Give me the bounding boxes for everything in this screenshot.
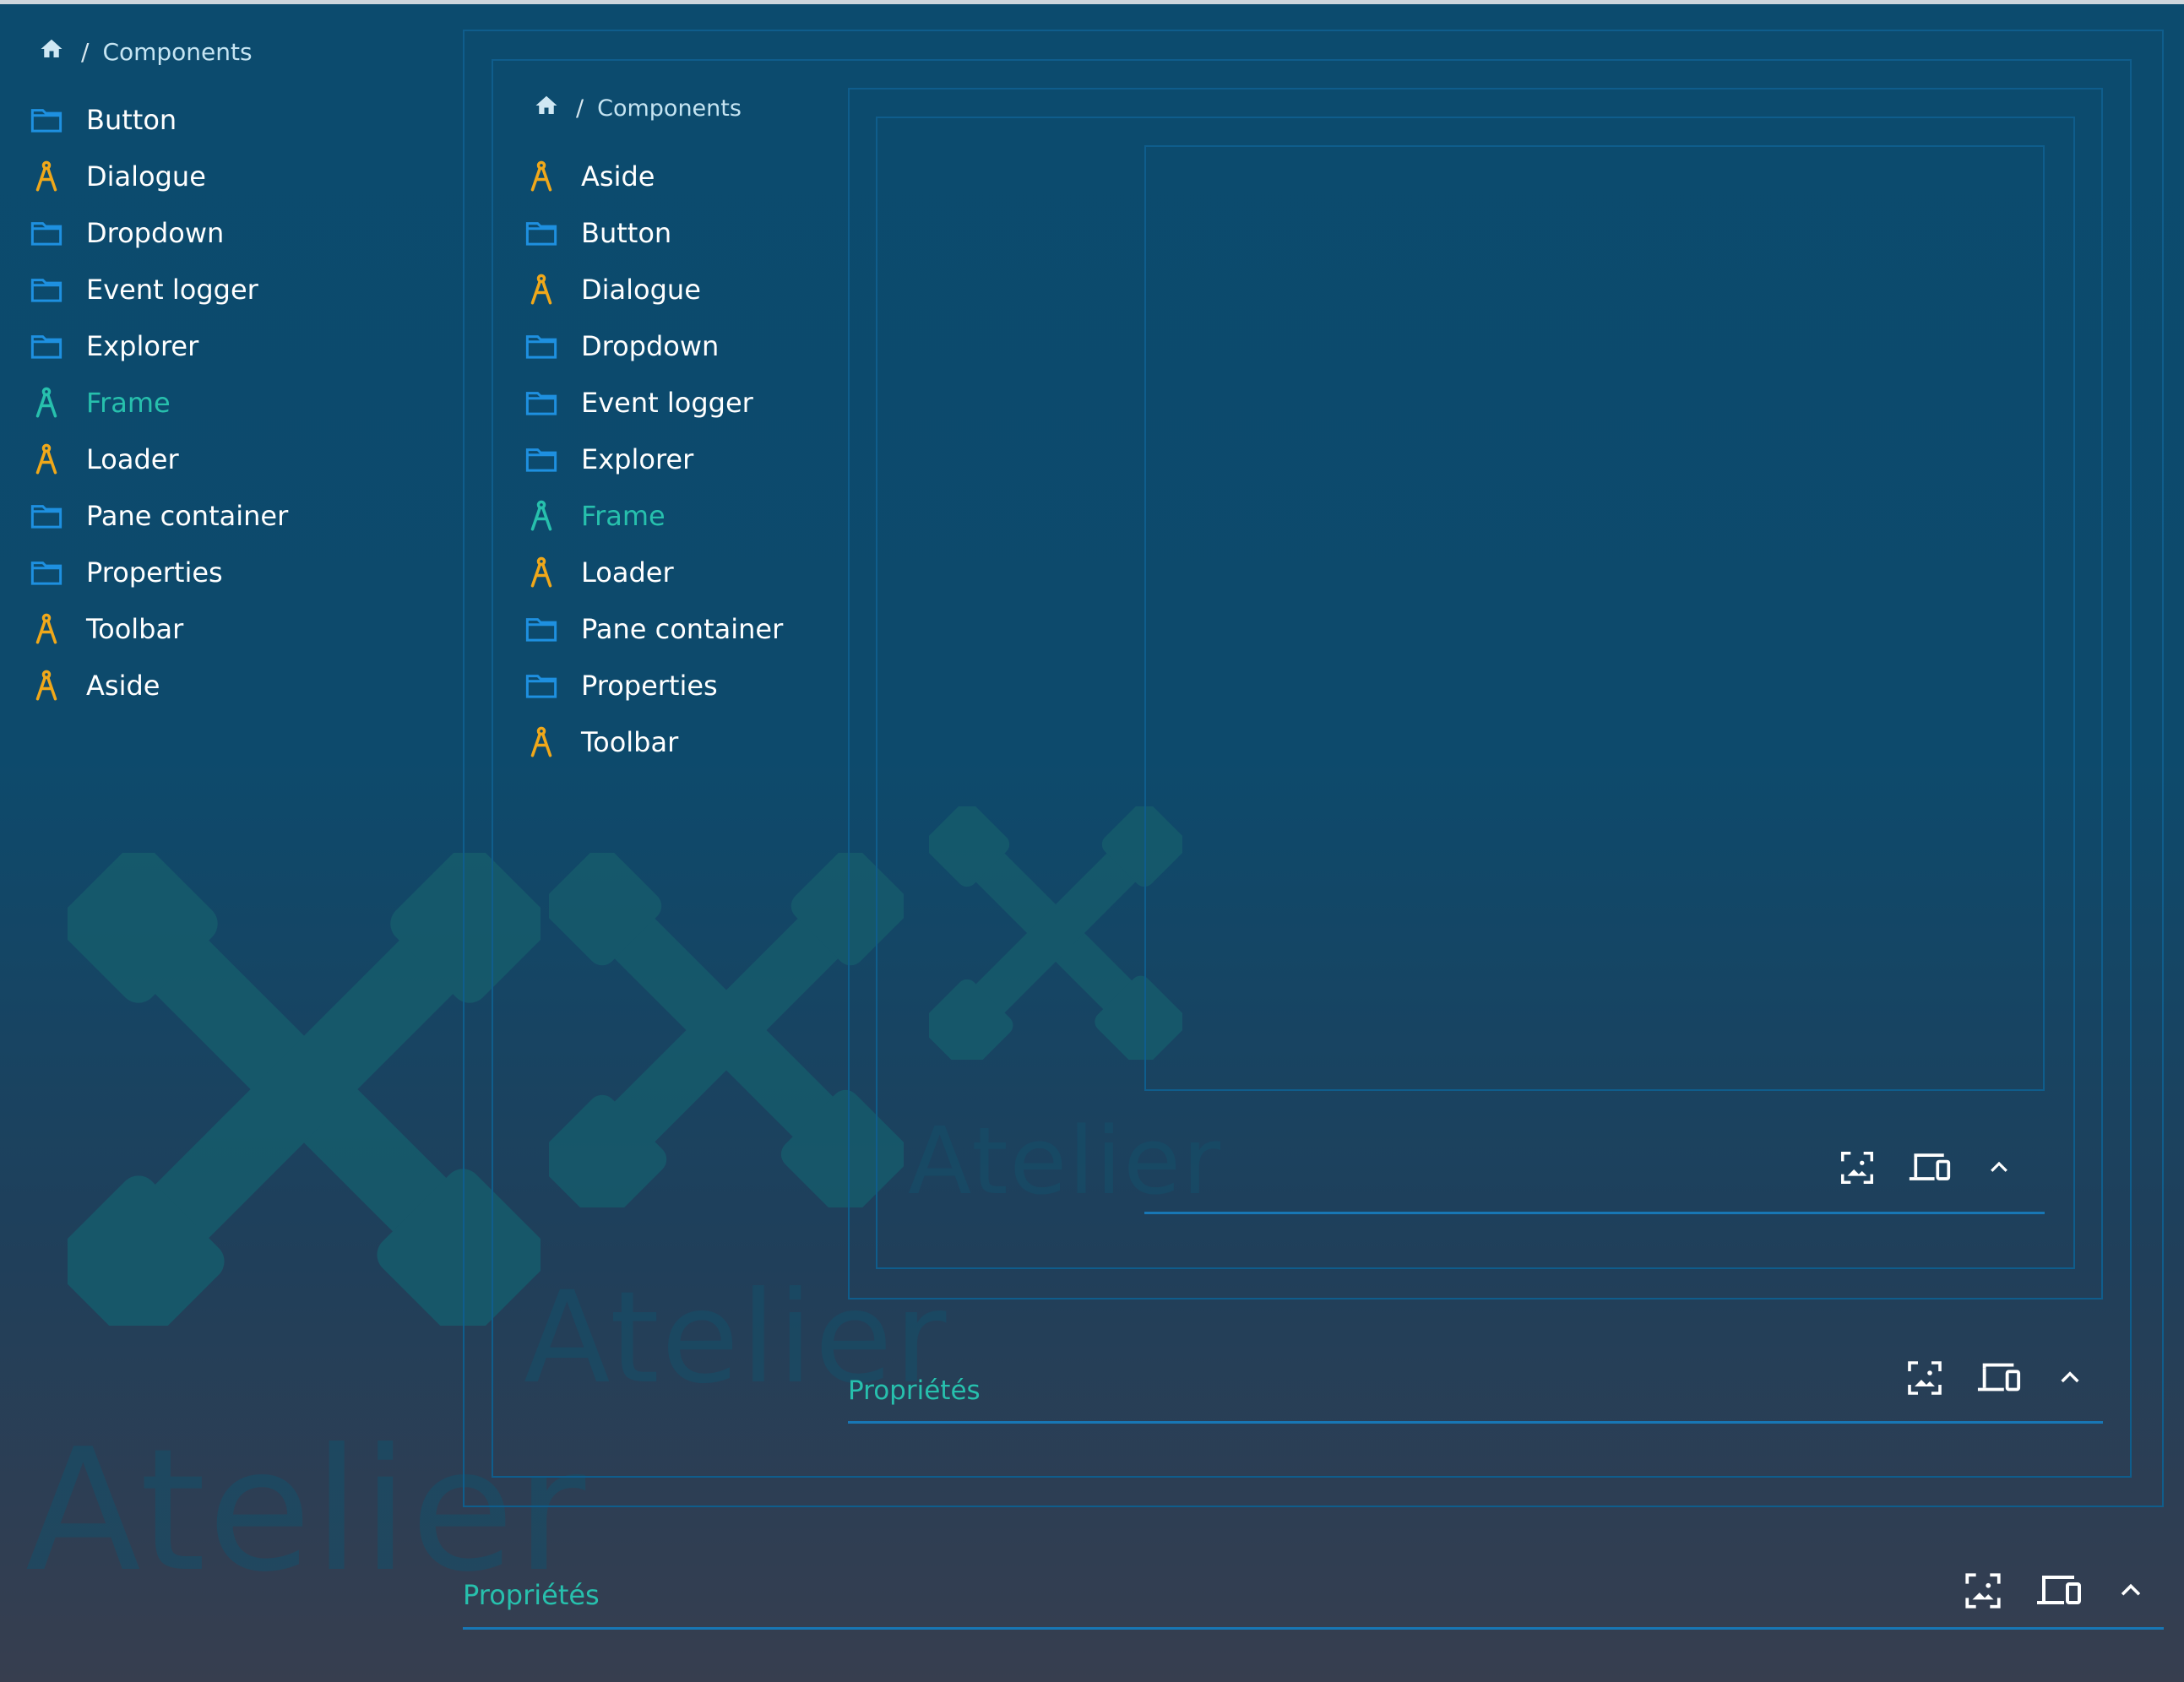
properties-bar-level3 bbox=[1144, 1123, 2045, 1214]
nav-item-label: Dropdown bbox=[581, 329, 720, 362]
breadcrumb-components[interactable]: Components bbox=[102, 38, 252, 66]
nav-item-label: Loader bbox=[581, 556, 674, 589]
home-icon[interactable] bbox=[39, 36, 64, 68]
preview-frame-level3-canvas bbox=[1144, 145, 2045, 1091]
folder-icon bbox=[524, 328, 559, 364]
folder-icon bbox=[524, 442, 559, 477]
nav-item-label: Dialogue bbox=[86, 160, 206, 193]
compass-icon bbox=[29, 442, 64, 477]
folder-icon bbox=[29, 215, 64, 251]
properties-bar: Propriétés bbox=[463, 1554, 2164, 1630]
nav-item-toolbar[interactable]: Toolbar bbox=[524, 713, 783, 770]
compass-icon bbox=[524, 555, 559, 590]
nav-item-dialogue[interactable]: Dialogue bbox=[29, 148, 288, 204]
nav-item-label: Loader bbox=[86, 442, 179, 475]
nav-item-dropdown[interactable]: Dropdown bbox=[524, 317, 783, 374]
breadcrumb-separator: / bbox=[576, 95, 584, 122]
compass-icon bbox=[29, 385, 64, 420]
breadcrumb-level2: / Components bbox=[534, 93, 742, 123]
devices-icon[interactable] bbox=[1975, 1354, 2024, 1403]
screenshot-icon[interactable] bbox=[1900, 1354, 1949, 1403]
nav-item-dialogue[interactable]: Dialogue bbox=[524, 261, 783, 317]
folder-icon bbox=[524, 385, 559, 420]
folder-icon bbox=[524, 611, 559, 647]
nav-item-label: Aside bbox=[581, 160, 655, 193]
nav-item-label: Toolbar bbox=[86, 612, 184, 645]
nav-item-label: Pane container bbox=[581, 612, 784, 645]
nav-item-explorer[interactable]: Explorer bbox=[524, 431, 783, 487]
nav-item-pane-container[interactable]: Pane container bbox=[29, 487, 288, 544]
folder-icon bbox=[29, 102, 64, 138]
nav-item-aside[interactable]: Aside bbox=[29, 657, 288, 713]
folder-icon bbox=[29, 555, 64, 590]
nav-item-label: Button bbox=[86, 103, 177, 136]
folder-icon bbox=[29, 328, 64, 364]
folder-icon bbox=[29, 498, 64, 534]
home-icon[interactable] bbox=[534, 93, 559, 124]
nav-item-label: Frame bbox=[86, 386, 171, 419]
properties-toolbar bbox=[1900, 1354, 2103, 1403]
nav-item-properties[interactable]: Properties bbox=[524, 657, 783, 713]
compass-icon bbox=[29, 159, 64, 194]
folder-icon bbox=[524, 668, 559, 703]
component-nav: Button Dialogue Dropdown Event logger Explor… bbox=[29, 91, 288, 713]
nav-item-dropdown[interactable]: Dropdown bbox=[29, 204, 288, 261]
nav-item-frame[interactable]: Frame bbox=[524, 487, 783, 544]
chevron-up-icon[interactable] bbox=[2110, 1565, 2152, 1616]
screenshot-icon[interactable] bbox=[1958, 1565, 2008, 1616]
nav-item-aside[interactable]: Aside bbox=[524, 148, 783, 204]
breadcrumb-components[interactable]: Components bbox=[597, 95, 742, 122]
nav-item-label: Aside bbox=[86, 669, 160, 702]
nav-item-label: Event logger bbox=[581, 386, 753, 419]
compass-icon bbox=[524, 272, 559, 307]
breadcrumb: / Components bbox=[39, 35, 253, 68]
properties-bar-level2: Propriétés bbox=[848, 1334, 2103, 1424]
nav-item-label: Explorer bbox=[581, 442, 694, 475]
chevron-up-icon[interactable] bbox=[1979, 1144, 2019, 1191]
nav-item-label: Pane container bbox=[86, 499, 289, 532]
compass-icon bbox=[524, 159, 559, 194]
compass-icon bbox=[524, 724, 559, 760]
nav-item-event-logger[interactable]: Event logger bbox=[524, 374, 783, 431]
nav-item-label: Frame bbox=[581, 499, 666, 532]
properties-toolbar bbox=[1834, 1144, 2045, 1191]
nav-item-label: Dropdown bbox=[86, 216, 225, 249]
nav-item-label: Dialogue bbox=[581, 273, 701, 306]
chevron-up-icon[interactable] bbox=[2049, 1354, 2091, 1403]
devices-icon[interactable] bbox=[2034, 1565, 2084, 1616]
breadcrumb-separator: / bbox=[81, 37, 90, 66]
nav-item-toolbar[interactable]: Toolbar bbox=[29, 600, 288, 657]
nav-item-event-logger[interactable]: Event logger bbox=[29, 261, 288, 317]
component-nav-level2: Aside Button Dialogue Dropdown Event logger E… bbox=[524, 148, 783, 770]
nav-item-frame[interactable]: Frame bbox=[29, 374, 288, 431]
nav-item-loader[interactable]: Loader bbox=[524, 544, 783, 600]
screenshot-icon[interactable] bbox=[1834, 1144, 1881, 1191]
devices-icon[interactable] bbox=[1906, 1144, 1953, 1191]
folder-icon bbox=[524, 215, 559, 251]
compass-icon bbox=[524, 498, 559, 534]
nav-item-pane-container[interactable]: Pane container bbox=[524, 600, 783, 657]
nav-item-label: Button bbox=[581, 216, 672, 249]
nav-item-label: Properties bbox=[86, 556, 223, 589]
nav-item-label: Event logger bbox=[86, 273, 258, 306]
nav-item-label: Properties bbox=[581, 669, 718, 702]
compass-icon bbox=[29, 668, 64, 703]
window-top-border bbox=[0, 0, 2184, 4]
folder-icon bbox=[29, 272, 64, 307]
nav-item-label: Explorer bbox=[86, 329, 199, 362]
nav-item-button[interactable]: Button bbox=[524, 204, 783, 261]
nav-item-label: Toolbar bbox=[581, 725, 679, 758]
properties-toolbar bbox=[1958, 1565, 2164, 1616]
properties-label: Propriétés bbox=[463, 1578, 600, 1611]
nav-item-explorer[interactable]: Explorer bbox=[29, 317, 288, 374]
compass-icon bbox=[29, 611, 64, 647]
nav-item-button[interactable]: Button bbox=[29, 91, 288, 148]
nav-item-properties[interactable]: Properties bbox=[29, 544, 288, 600]
properties-label: Propriétés bbox=[848, 1375, 981, 1406]
nav-item-loader[interactable]: Loader bbox=[29, 431, 288, 487]
